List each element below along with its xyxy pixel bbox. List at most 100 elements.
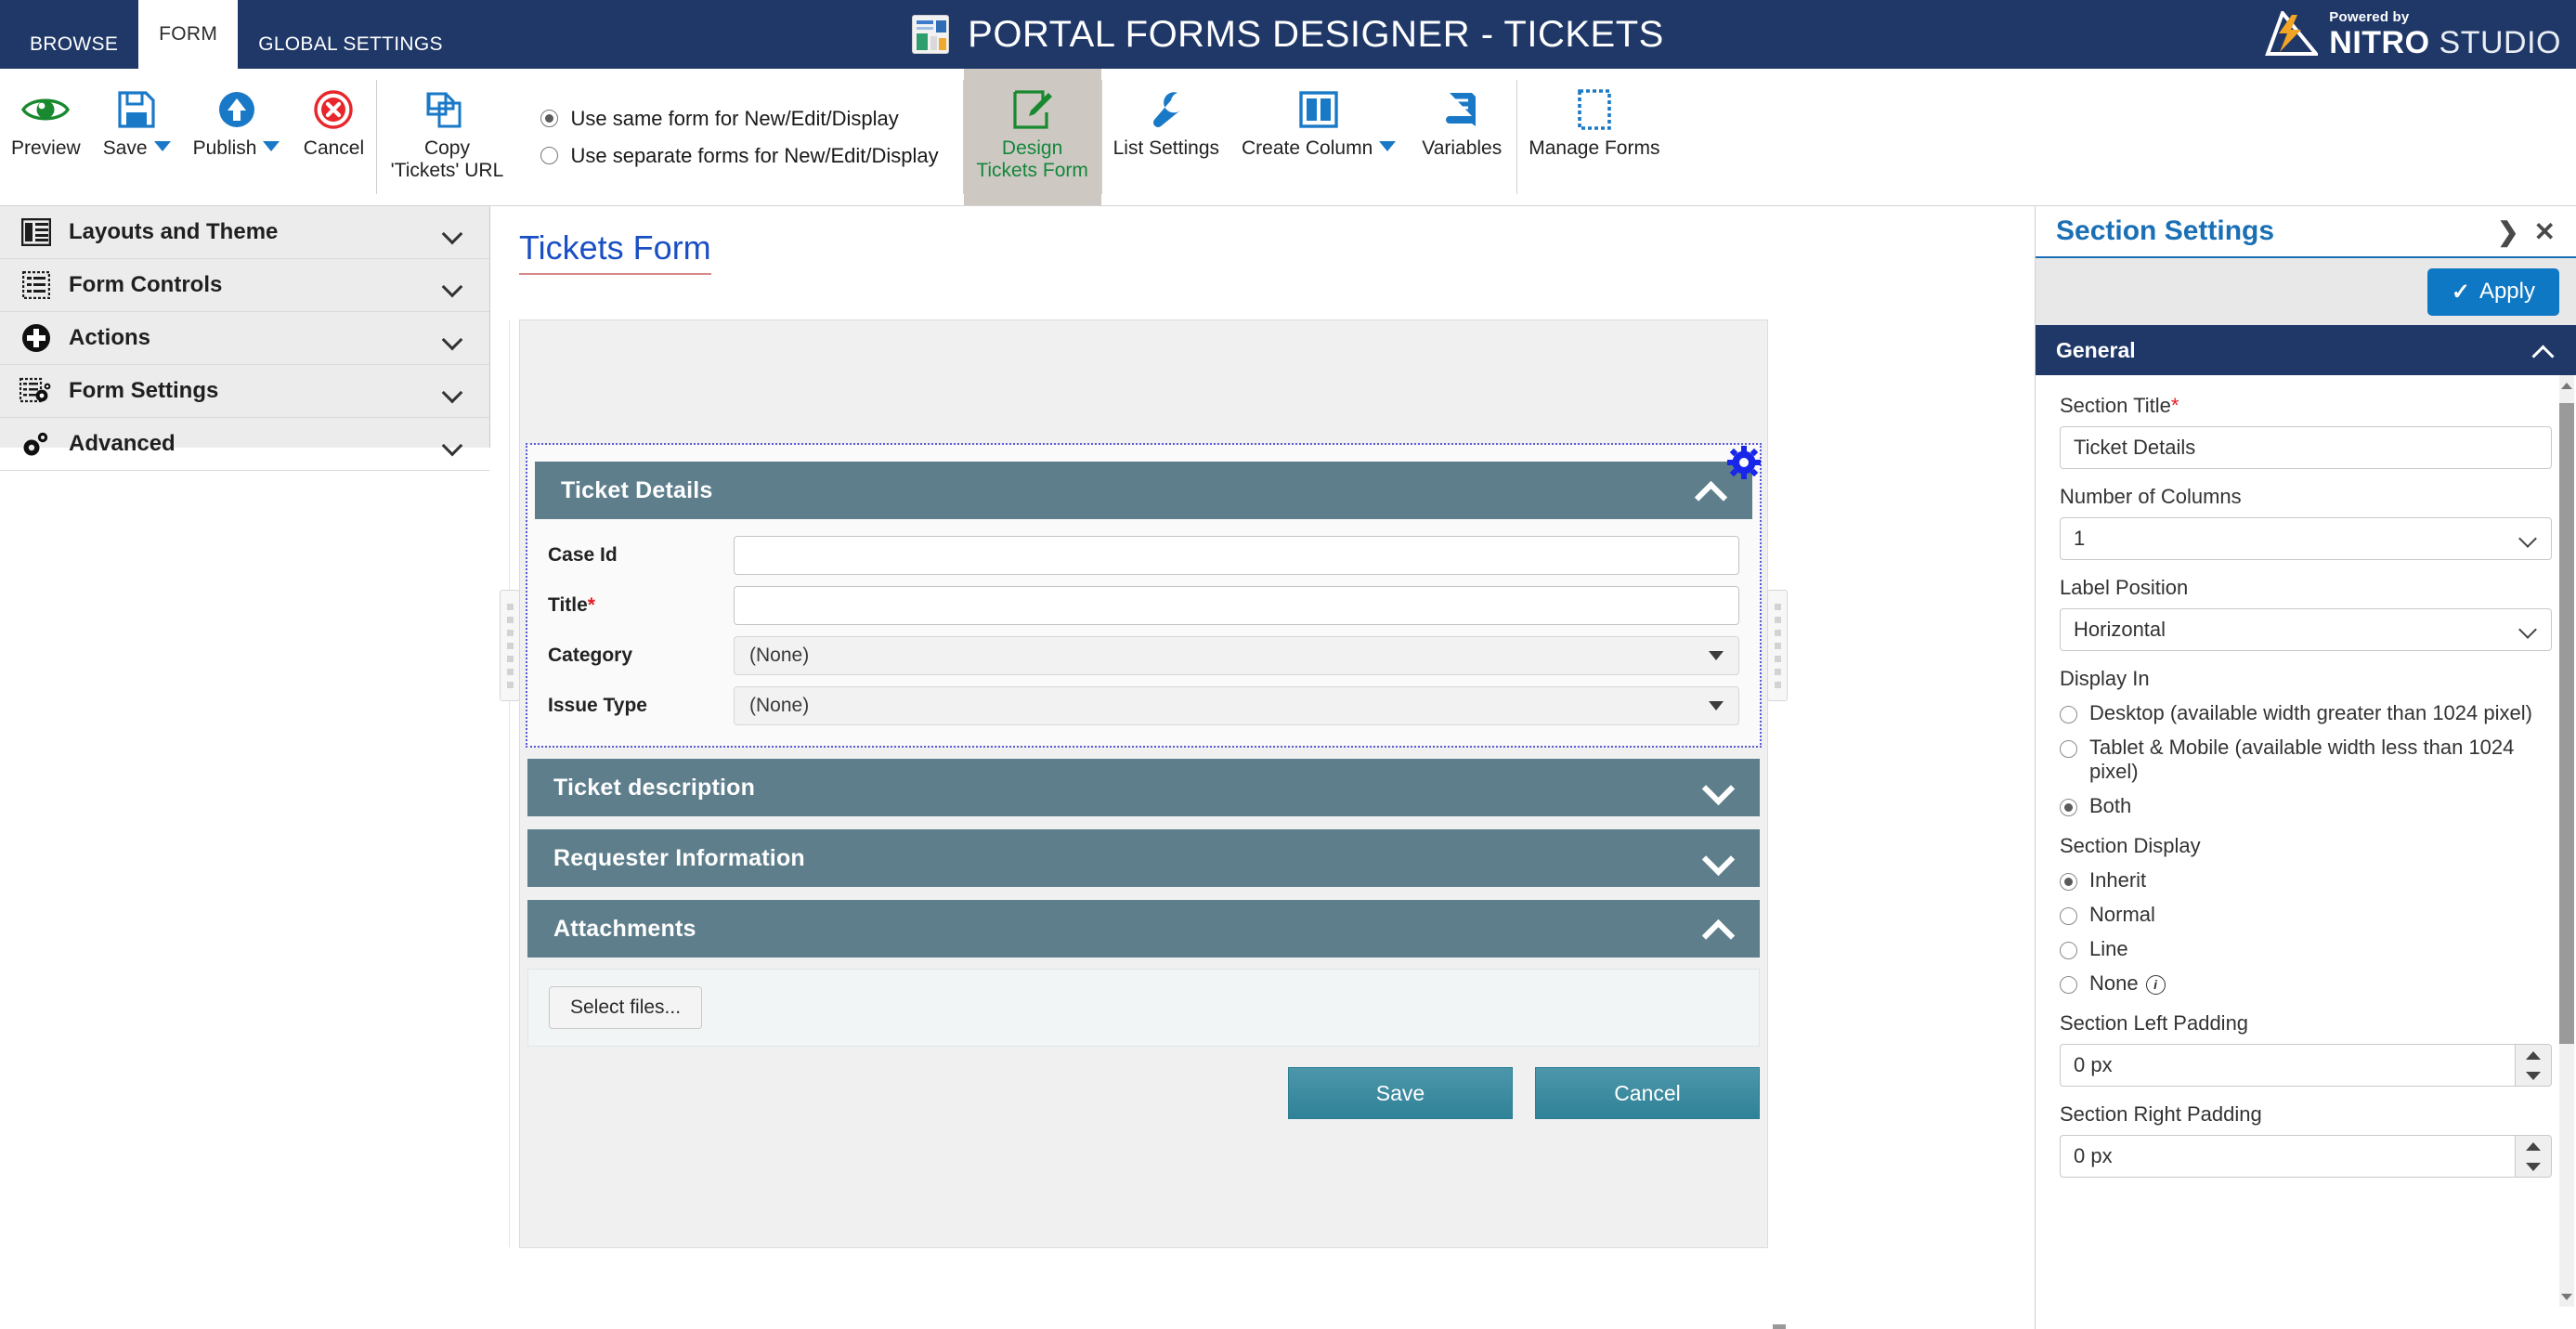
radio-use-same-form-indicator[interactable] bbox=[540, 110, 559, 127]
issue-type-dropdown[interactable]: (None) bbox=[734, 686, 1739, 725]
radio-section-display-none-indicator[interactable] bbox=[2060, 976, 2077, 994]
case-id-input[interactable] bbox=[734, 536, 1739, 575]
info-icon[interactable]: i bbox=[2145, 974, 2166, 995]
radio-use-same-form[interactable]: Use same form for New/Edit/Display bbox=[540, 107, 938, 131]
chevron-down-icon[interactable] bbox=[443, 227, 463, 238]
label-position-select[interactable]: Horizontal bbox=[2060, 608, 2552, 651]
radio-use-separate-forms-indicator[interactable] bbox=[540, 147, 559, 164]
section-right-padding-stepper[interactable]: 0 px bbox=[2060, 1135, 2552, 1178]
sidebar-item-layouts-and-theme[interactable]: Layouts and Theme bbox=[0, 206, 489, 259]
chevron-up-icon[interactable] bbox=[2531, 343, 2556, 358]
radio-section-display-normal[interactable]: Normal bbox=[2060, 903, 2552, 927]
copy-tickets-url-button[interactable]: Copy 'Tickets' URL bbox=[377, 69, 516, 205]
required-asterisk-title: * bbox=[587, 594, 595, 616]
section-settings-header: Section Settings ❯ ✕ bbox=[2036, 206, 2576, 258]
section-left-padding-decrement[interactable] bbox=[2516, 1065, 2551, 1086]
radio-use-separate-forms[interactable]: Use separate forms for New/Edit/Display bbox=[540, 144, 939, 168]
radio-section-display-normal-indicator[interactable] bbox=[2060, 907, 2077, 925]
radio-section-display-none[interactable]: None i bbox=[2060, 971, 2552, 996]
tab-browse[interactable]: BROWSE bbox=[9, 20, 138, 69]
section-attachments[interactable]: Attachments Select files... bbox=[520, 900, 1767, 1047]
copy-url-line1: Copy bbox=[423, 137, 470, 159]
chevron-down-icon[interactable] bbox=[1702, 849, 1734, 867]
radio-display-desktop[interactable]: Desktop (available width greater than 10… bbox=[2060, 701, 2552, 725]
section-requester-information[interactable]: Requester Information bbox=[520, 829, 1767, 887]
form-save-button[interactable]: Save bbox=[1288, 1067, 1513, 1119]
section-ticket-description[interactable]: Ticket description bbox=[520, 759, 1767, 816]
tab-global-settings[interactable]: GLOBAL SETTINGS bbox=[238, 20, 463, 69]
publish-button[interactable]: Publish bbox=[182, 69, 292, 205]
section-settings-title: Section Settings bbox=[2056, 215, 2275, 246]
scroll-down-arrow-icon[interactable] bbox=[2559, 1286, 2574, 1307]
sidebar-label-form-controls: Form Controls bbox=[69, 272, 223, 297]
chevron-up-icon[interactable] bbox=[1695, 481, 1726, 500]
section-left-padding-increment[interactable] bbox=[2516, 1045, 2551, 1065]
scrollbar-thumb[interactable] bbox=[2559, 403, 2574, 1044]
cancel-button[interactable]: Cancel bbox=[291, 69, 376, 205]
chevron-right-icon[interactable]: ❯ bbox=[2490, 216, 2526, 247]
radio-display-tablet-mobile[interactable]: Tablet & Mobile (available width less th… bbox=[2060, 736, 2552, 784]
page-title: PORTAL FORMS DESIGNER - TICKETS bbox=[968, 13, 1664, 55]
create-column-dropdown-caret-icon[interactable] bbox=[1379, 141, 1397, 151]
section-ticket-details[interactable]: Ticket Details Case Id Title* Category (… bbox=[526, 443, 1762, 748]
sidebar-item-form-controls[interactable]: Form Controls bbox=[0, 259, 489, 312]
publish-dropdown-caret-icon[interactable] bbox=[263, 141, 280, 151]
radio-section-display-inherit-indicator[interactable] bbox=[2060, 873, 2077, 891]
form-cancel-button[interactable]: Cancel bbox=[1535, 1067, 1760, 1119]
tab-form[interactable]: FORM bbox=[138, 0, 239, 69]
save-label: Save bbox=[102, 137, 148, 159]
accordion-general[interactable]: General bbox=[2036, 325, 2576, 375]
label-section-title: Section Title* bbox=[2060, 394, 2179, 417]
radio-section-display-line[interactable]: Line bbox=[2060, 937, 2552, 961]
save-button[interactable]: Save bbox=[92, 69, 182, 205]
chevron-down-icon[interactable] bbox=[443, 438, 463, 450]
form-resize-handle-right[interactable] bbox=[1767, 590, 1788, 701]
section-right-padding-decrement[interactable] bbox=[2516, 1156, 2551, 1177]
section-right-padding-input[interactable]: 0 px bbox=[2060, 1135, 2515, 1178]
section-header-ticket-description[interactable]: Ticket description bbox=[527, 759, 1760, 816]
category-dropdown[interactable]: (None) bbox=[734, 636, 1739, 675]
sidebar-item-actions[interactable]: Actions bbox=[0, 312, 489, 365]
chevron-down-icon[interactable] bbox=[443, 385, 463, 397]
title-input[interactable] bbox=[734, 586, 1739, 625]
chevron-up-icon[interactable] bbox=[1702, 919, 1734, 938]
section-header-requester-information[interactable]: Requester Information bbox=[527, 829, 1760, 887]
form-resize-handle-left[interactable] bbox=[500, 590, 520, 701]
panel-scrollbar[interactable] bbox=[2559, 375, 2574, 1307]
section-title-requester-information: Requester Information bbox=[553, 844, 805, 871]
section-header-ticket-details[interactable]: Ticket Details bbox=[535, 462, 1752, 519]
select-files-button[interactable]: Select files... bbox=[549, 986, 703, 1029]
chevron-down-icon[interactable] bbox=[443, 332, 463, 344]
radio-display-both-indicator[interactable] bbox=[2060, 799, 2077, 816]
scroll-up-arrow-icon[interactable] bbox=[2559, 375, 2574, 396]
design-tickets-form-button[interactable]: Design Tickets Form bbox=[963, 69, 1101, 205]
sidebar-item-advanced[interactable]: Advanced bbox=[0, 418, 489, 471]
section-right-padding-increment[interactable] bbox=[2516, 1136, 2551, 1156]
chevron-down-icon[interactable] bbox=[1702, 778, 1734, 797]
save-dropdown-caret-icon[interactable] bbox=[153, 141, 171, 151]
radio-section-display-inherit[interactable]: Inherit bbox=[2060, 868, 2552, 893]
section-left-padding-stepper[interactable]: 0 px bbox=[2060, 1044, 2552, 1087]
number-of-columns-select[interactable]: 1 bbox=[2060, 517, 2552, 560]
section-title-input[interactable]: Ticket Details bbox=[2060, 426, 2552, 469]
radio-section-display-none-label: None bbox=[2089, 971, 2139, 995]
preview-button[interactable]: Preview bbox=[0, 69, 92, 205]
sidebar-item-form-settings[interactable]: Form Settings bbox=[0, 365, 489, 418]
manage-forms-button[interactable]: Manage Forms bbox=[1517, 69, 1671, 205]
radio-display-tablet-mobile-indicator[interactable] bbox=[2060, 740, 2077, 758]
apply-bar: ✓ Apply bbox=[2036, 258, 2576, 325]
section-left-padding-input[interactable]: 0 px bbox=[2060, 1044, 2515, 1087]
close-x-icon[interactable]: ✕ bbox=[2527, 216, 2563, 247]
chevron-down-icon[interactable] bbox=[443, 280, 463, 291]
apply-button[interactable]: ✓ Apply bbox=[2426, 267, 2559, 316]
section-header-attachments[interactable]: Attachments bbox=[527, 900, 1760, 958]
radio-section-display-line-indicator[interactable] bbox=[2060, 942, 2077, 959]
radio-display-desktop-indicator[interactable] bbox=[2060, 706, 2077, 723]
radio-section-display-line-label: Line bbox=[2089, 937, 2128, 960]
create-column-button[interactable]: Create Column bbox=[1230, 69, 1407, 205]
variables-button[interactable]: Variables bbox=[1407, 69, 1516, 205]
canvas-bottom-handle[interactable] bbox=[1773, 1324, 1786, 1329]
section-settings-gear-icon[interactable] bbox=[1726, 445, 1762, 480]
list-settings-button[interactable]: List Settings bbox=[1102, 69, 1230, 205]
radio-display-both[interactable]: Both bbox=[2060, 794, 2552, 818]
